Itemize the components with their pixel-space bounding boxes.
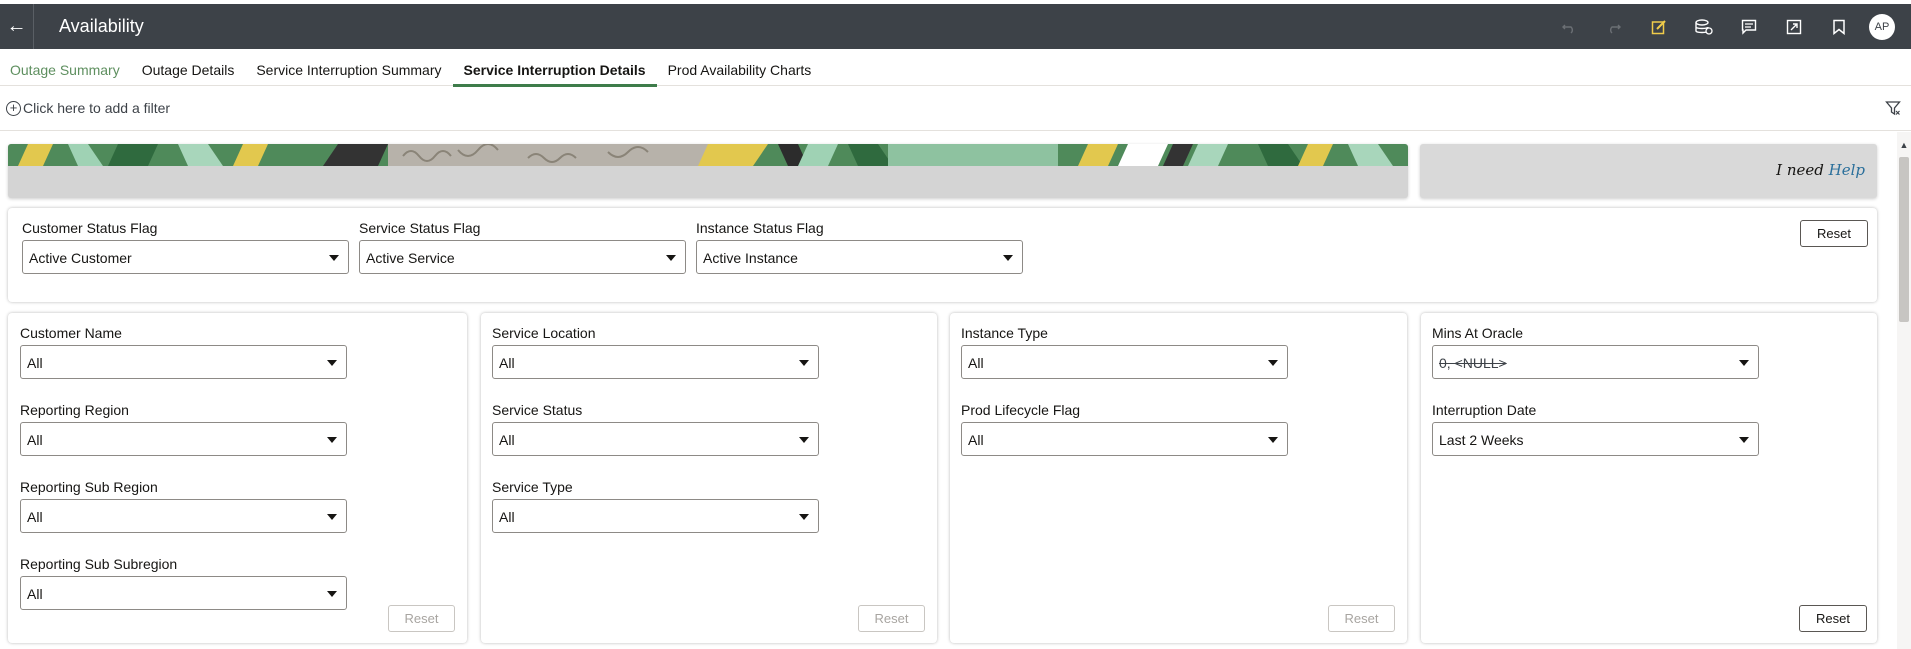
header-toolbar: AP: [1546, 4, 1911, 49]
export-icon[interactable]: [1771, 4, 1816, 49]
comment-icon[interactable]: [1726, 4, 1771, 49]
chevron-down-icon: [799, 514, 809, 520]
chevron-down-icon: [666, 255, 676, 261]
scroll-up-icon[interactable]: ▲: [1897, 140, 1911, 150]
service-status-flag-value: Active Service: [366, 250, 455, 266]
customer-status-flag-value: Active Customer: [29, 250, 132, 266]
tab-outage-details[interactable]: Outage Details: [131, 49, 246, 86]
chevron-down-icon: [1739, 437, 1749, 443]
banner-pattern-image: [8, 144, 1408, 166]
chevron-down-icon: [1268, 360, 1278, 366]
tab-prod-availability-charts[interactable]: Prod Availability Charts: [657, 49, 823, 86]
customer-status-flag-label: Customer Status Flag: [22, 220, 158, 236]
customer-panel-reset-button[interactable]: Reset: [388, 605, 455, 632]
instance-panel-reset-button[interactable]: Reset: [1328, 605, 1395, 632]
customer-name-select[interactable]: All: [20, 345, 347, 379]
service-status-value: All: [499, 432, 515, 448]
chevron-down-icon: [799, 360, 809, 366]
interruption-date-select[interactable]: Last 2 Weeks: [1432, 422, 1759, 456]
reporting-sub-region-select[interactable]: All: [20, 499, 347, 533]
interruption-filter-panel: Mins At Oracle 0, <NULL> Interruption Da…: [1421, 313, 1877, 643]
vertical-scrollbar[interactable]: ▲: [1897, 132, 1911, 649]
reporting-sub-region-label: Reporting Sub Region: [20, 479, 158, 495]
undo-icon[interactable]: [1546, 4, 1591, 49]
chevron-down-icon: [1268, 437, 1278, 443]
prod-lifecycle-flag-select[interactable]: All: [961, 422, 1288, 456]
chevron-down-icon: [799, 437, 809, 443]
chevron-down-icon: [327, 591, 337, 597]
service-panel-reset-button[interactable]: Reset: [858, 605, 925, 632]
add-filter-icon[interactable]: +: [6, 100, 21, 116]
filter-bar: + Click here to add a filter: [0, 86, 1911, 131]
edit-icon[interactable]: [1636, 4, 1681, 49]
reporting-sub-region-value: All: [27, 509, 43, 525]
tab-service-interruption-summary[interactable]: Service Interruption Summary: [245, 49, 452, 86]
reporting-sub-subregion-select[interactable]: All: [20, 576, 347, 610]
tab-service-interruption-details[interactable]: Service Interruption Details: [452, 49, 657, 87]
user-avatar[interactable]: AP: [1869, 13, 1895, 40]
scrollbar-thumb[interactable]: [1899, 157, 1909, 322]
service-type-label: Service Type: [492, 479, 573, 495]
service-status-flag-label: Service Status Flag: [359, 220, 481, 236]
status-flags-reset-button[interactable]: Reset: [1800, 220, 1868, 247]
chevron-down-icon: [1003, 255, 1013, 261]
page-title: Availability: [59, 16, 144, 36]
chevron-down-icon: [1739, 360, 1749, 366]
filter-funnel-icon[interactable]: [1885, 100, 1901, 119]
service-type-select[interactable]: All: [492, 499, 819, 533]
instance-type-select[interactable]: All: [961, 345, 1288, 379]
add-filter-link[interactable]: Click here to add a filter: [23, 100, 170, 116]
chevron-down-icon: [327, 360, 337, 366]
service-status-select[interactable]: All: [492, 422, 819, 456]
instance-status-flag-value: Active Instance: [703, 250, 798, 266]
service-status-label: Service Status: [492, 402, 583, 418]
mins-at-oracle-label: Mins At Oracle: [1432, 325, 1524, 341]
customer-status-flag-select[interactable]: Active Customer: [22, 240, 349, 274]
interruption-date-value: Last 2 Weeks: [1439, 432, 1524, 448]
chevron-down-icon: [327, 437, 337, 443]
tab-outage-summary[interactable]: Outage Summary: [0, 49, 131, 86]
service-filter-panel: Service Location All Service Status All …: [481, 313, 937, 643]
decorative-banner: [8, 144, 1408, 198]
redo-icon[interactable]: [1591, 4, 1636, 49]
bookmark-icon[interactable]: [1816, 4, 1861, 49]
customer-filter-panel: Customer Name All Reporting Region All R…: [8, 313, 467, 643]
service-type-value: All: [499, 509, 515, 525]
interruption-date-label: Interruption Date: [1432, 402, 1537, 418]
instance-status-flag-label: Instance Status Flag: [696, 220, 824, 236]
interruption-panel-reset-button[interactable]: Reset: [1799, 605, 1867, 632]
instance-status-flag-select[interactable]: Active Instance: [696, 240, 1023, 274]
help-prefix: I need: [1776, 161, 1824, 179]
app-header: ← Availability AP: [0, 4, 1911, 49]
service-location-select[interactable]: All: [492, 345, 819, 379]
reporting-region-select[interactable]: All: [20, 422, 347, 456]
mins-at-oracle-select[interactable]: 0, <NULL>: [1432, 345, 1759, 379]
reporting-region-label: Reporting Region: [20, 402, 129, 418]
instance-type-label: Instance Type: [961, 325, 1048, 341]
help-link[interactable]: Help: [1829, 161, 1865, 179]
service-location-label: Service Location: [492, 325, 596, 341]
back-arrow-icon[interactable]: ←: [0, 4, 34, 49]
chevron-down-icon: [329, 255, 339, 261]
help-box: I need Help: [1420, 144, 1877, 198]
tab-bar: Outage Summary Outage Details Service In…: [0, 49, 1911, 87]
reporting-region-value: All: [27, 432, 43, 448]
customer-name-value: All: [27, 355, 43, 371]
reporting-sub-subregion-label: Reporting Sub Subregion: [20, 556, 178, 572]
chevron-down-icon: [327, 514, 337, 520]
reporting-sub-subregion-value: All: [27, 586, 43, 602]
service-location-value: All: [499, 355, 515, 371]
data-refresh-icon[interactable]: [1681, 4, 1726, 49]
service-status-flag-select[interactable]: Active Service: [359, 240, 686, 274]
customer-name-label: Customer Name: [20, 325, 122, 341]
prod-lifecycle-flag-value: All: [968, 432, 984, 448]
mins-at-oracle-value: 0, <NULL>: [1439, 355, 1507, 371]
instance-type-value: All: [968, 355, 984, 371]
prod-lifecycle-flag-label: Prod Lifecycle Flag: [961, 402, 1081, 418]
dashboard-content: I need Help Customer Status Flag Active …: [0, 132, 1897, 649]
status-flag-panel: Customer Status Flag Active Customer Ser…: [8, 208, 1877, 302]
instance-filter-panel: Instance Type All Prod Lifecycle Flag Al…: [950, 313, 1407, 643]
